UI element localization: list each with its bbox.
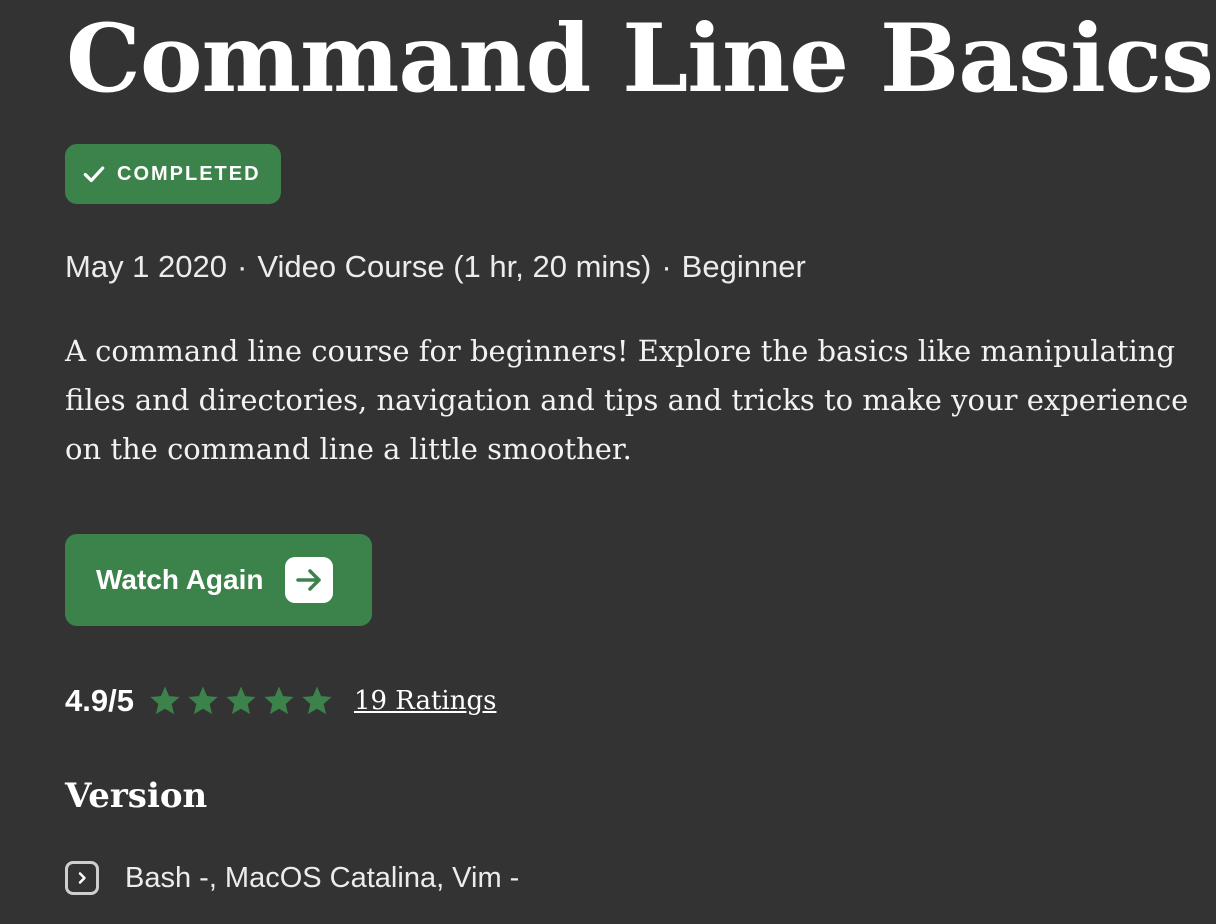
chevron-right-icon[interactable] (65, 861, 99, 895)
rating-value: 4.9/5 (65, 683, 134, 718)
ratings-link[interactable]: 19 Ratings (354, 686, 497, 716)
course-meta: May 1 2020 · Video Course (1 hr, 20 mins) ·… (65, 248, 806, 286)
star-icon (188, 686, 218, 715)
meta-separator: · (237, 249, 248, 284)
version-item: Bash -, MacOS Catalina, Vim - (65, 857, 519, 899)
status-badge: COMPLETED (65, 144, 281, 204)
course-level: Beginner (681, 249, 806, 284)
star-icon (264, 686, 294, 715)
checkmark-icon (83, 166, 105, 183)
star-icon (150, 686, 180, 715)
course-title: Command Line Basics (66, 4, 1214, 114)
status-badge-label: COMPLETED (117, 162, 261, 185)
course-format: Video Course (1 hr, 20 mins) (257, 249, 652, 284)
star-icon (302, 686, 332, 715)
meta-separator: · (661, 249, 672, 284)
watch-again-button[interactable]: Watch Again (65, 534, 372, 626)
star-rating (148, 684, 338, 718)
watch-again-label: Watch Again (96, 564, 264, 595)
version-list: Bash -, MacOS Catalina, Vim - (125, 861, 520, 894)
arrow-right-icon (285, 557, 334, 603)
course-date: May 1 2020 (65, 249, 227, 284)
course-description: A command line course for beginners! Exp… (65, 334, 1189, 466)
rating-summary: 4.9/5 19 Ratings (65, 676, 496, 726)
star-icon (226, 686, 256, 715)
version-heading: Version (65, 776, 208, 816)
